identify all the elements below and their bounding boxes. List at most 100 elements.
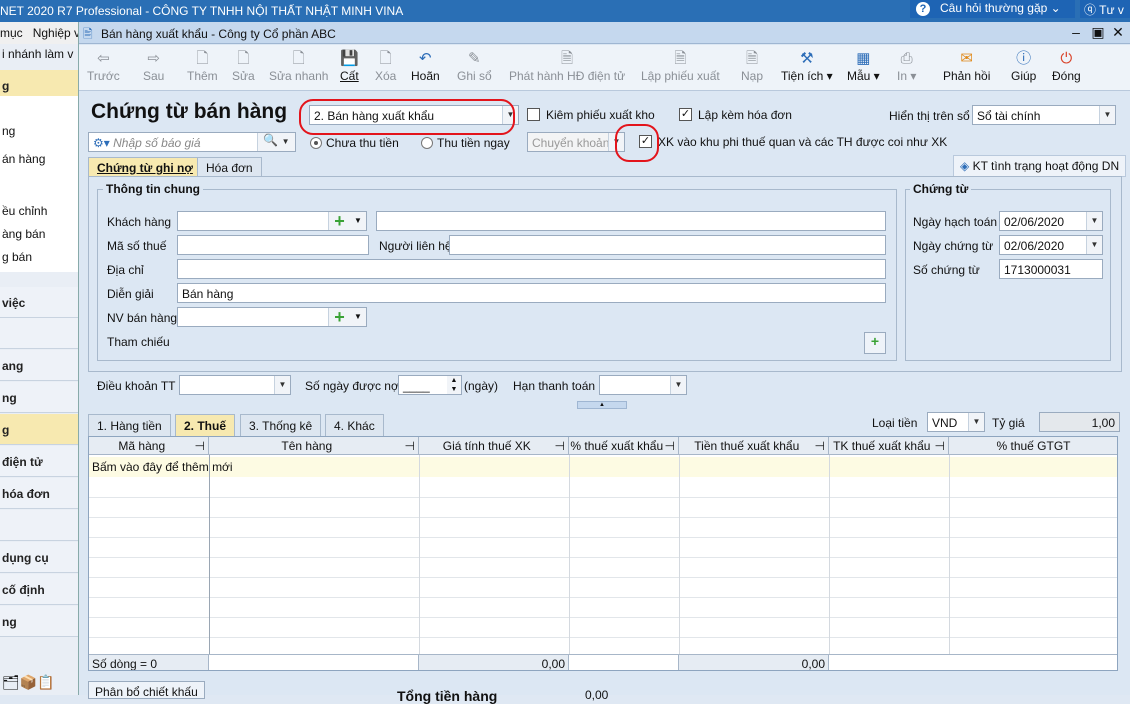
- pin-icon[interactable]: ⊣: [665, 439, 678, 453]
- paid-now-radio[interactable]: [421, 137, 433, 149]
- sidebar-item[interactable]: ng: [0, 124, 78, 138]
- sidebar-item[interactable]: án hàng: [0, 152, 78, 166]
- kiem-phieu-xuat-kho-checkbox[interactable]: [527, 108, 540, 121]
- sidebar-item[interactable]: việc: [0, 287, 78, 318]
- issue-slip-button[interactable]: 🗎 Lập phiếu xuất: [641, 49, 720, 83]
- pin-icon[interactable]: ⊣: [195, 439, 208, 453]
- customer-name-input[interactable]: [376, 211, 886, 231]
- kt-status-button[interactable]: ◈ KT tình trạng hoạt động DN: [953, 155, 1127, 177]
- contact-input[interactable]: [449, 235, 886, 255]
- column-header[interactable]: Giá tính thuế XK ⊣: [419, 437, 569, 455]
- sidebar-item[interactable]: g bán: [0, 250, 78, 264]
- sidebar-item[interactable]: ều chỉnh: [0, 204, 78, 218]
- tab-khac[interactable]: 4. Khác: [325, 414, 384, 436]
- sidebar-tool-icons[interactable]: 🗂📦📋: [0, 674, 78, 691]
- menu-item-muc[interactable]: mục: [0, 26, 23, 40]
- column-header[interactable]: % thuế GTGT: [949, 437, 1117, 455]
- payment-terms-select[interactable]: ▼: [179, 375, 291, 395]
- voucher-number-input[interactable]: 1713000031: [999, 259, 1103, 279]
- tab-hang-tien[interactable]: 1. Hàng tiền: [88, 414, 171, 436]
- sidebar-item[interactable]: điện tử: [0, 446, 78, 477]
- column-header[interactable]: Mã hàng ⊣: [89, 437, 209, 455]
- pin-icon[interactable]: ⊣: [815, 439, 828, 453]
- tax-code-input[interactable]: [177, 235, 369, 255]
- sidebar-item[interactable]: ng: [0, 382, 78, 413]
- sidebar-item[interactable]: cố định: [0, 574, 78, 605]
- edit-button[interactable]: 🗋 Sửa: [232, 49, 255, 83]
- collapse-icon[interactable]: ▲: [577, 401, 627, 409]
- column-header[interactable]: % thuế xuất khẩu ⊣: [569, 437, 679, 455]
- sidebar-item[interactable]: dụng cụ: [0, 542, 78, 573]
- discount-allocation-button[interactable]: Phân bổ chiết khấu: [88, 681, 205, 699]
- sidebar-item[interactable]: i nhánh làm v: [0, 47, 78, 61]
- pin-icon[interactable]: ⊣: [555, 439, 568, 453]
- salesperson-input[interactable]: + ▼: [177, 307, 367, 327]
- sidebar-item[interactable]: àng bán: [0, 227, 78, 241]
- posting-date-input[interactable]: 02/06/2020 ▼: [999, 211, 1103, 231]
- total-export-tax: 0,00: [679, 654, 829, 670]
- tab-thue[interactable]: 2. Thuế: [175, 414, 236, 436]
- delete-button[interactable]: 🗋 Xóa: [375, 49, 396, 83]
- add-customer-icon[interactable]: +: [328, 212, 350, 230]
- tab-chung-tu-ghi-no[interactable]: Chứng từ ghi nợ: [88, 157, 202, 177]
- faq-button[interactable]: ? Câu hỏi thường gặp ⌄: [910, 0, 1075, 18]
- sidebar-item[interactable]: ng: [0, 606, 78, 637]
- pin-icon[interactable]: ⊣: [405, 439, 418, 453]
- currency-select[interactable]: VND ▼: [927, 412, 985, 432]
- description-input[interactable]: Bán hàng: [177, 283, 886, 303]
- exchange-rate-input[interactable]: 1,00: [1039, 412, 1120, 432]
- add-salesperson-icon[interactable]: +: [328, 308, 350, 326]
- next-button[interactable]: ⇨ Sau: [143, 49, 164, 83]
- prev-button[interactable]: ⇦ Trước: [87, 49, 120, 83]
- quote-search-input[interactable]: ⚙▾ Nhập số báo giá 🔍 ▼: [88, 132, 296, 152]
- feedback-button[interactable]: ✉ Phản hồi: [943, 49, 990, 83]
- column-divider: [679, 455, 680, 655]
- sidebar-item[interactable]: hóa đơn: [0, 478, 78, 509]
- spinner-icon[interactable]: ▲ ▼: [447, 376, 461, 394]
- payment-method-select[interactable]: Chuyển khoản ▼: [527, 132, 625, 152]
- sidebar-item[interactable]: ang: [0, 350, 78, 381]
- add-new-row[interactable]: Bấm vào đây để thêm mới: [89, 457, 1117, 477]
- pin-icon[interactable]: ⊣: [935, 439, 948, 453]
- close-button[interactable]: ⏻ Đóng: [1052, 49, 1081, 83]
- row-divider: [89, 577, 1117, 578]
- voucher-date-input[interactable]: 02/06/2020 ▼: [999, 235, 1103, 255]
- save-button[interactable]: 💾 Cất: [340, 49, 359, 83]
- tab-thong-ke[interactable]: 3. Thống kê: [240, 414, 322, 436]
- unpaid-label: Chưa thu tiền: [326, 136, 399, 150]
- print-button[interactable]: ⎙ In ▾: [897, 49, 916, 83]
- close-icon[interactable]: ✕: [1109, 24, 1127, 40]
- quick-edit-button[interactable]: 🗋 Sửa nhanh: [269, 49, 328, 83]
- sidebar-item[interactable]: [0, 318, 78, 349]
- template-button[interactable]: ▦ Mẫu ▾: [847, 49, 880, 83]
- chevron-down-icon[interactable]: ▼: [350, 212, 366, 230]
- utilities-button[interactable]: ⚒ Tiện ích ▾: [781, 49, 833, 83]
- maximize-icon[interactable]: ▣: [1089, 24, 1107, 40]
- sidebar-item[interactable]: [0, 510, 78, 541]
- lap-kem-hoa-don-checkbox[interactable]: ✓: [679, 108, 692, 121]
- search-icon[interactable]: 🔍 ▼: [257, 133, 295, 151]
- undo-button[interactable]: ↶ Hoãn: [411, 49, 440, 83]
- tab-hoa-don[interactable]: Hóa đơn: [197, 157, 262, 177]
- minimize-icon[interactable]: –: [1067, 24, 1085, 40]
- add-button[interactable]: 🗋 Thêm: [187, 49, 218, 83]
- row-divider: [89, 537, 1117, 538]
- help-consult-button[interactable]: ⓠ Tư v: [1080, 0, 1130, 18]
- ledger-select[interactable]: Sổ tài chính ▼: [972, 105, 1116, 125]
- post-button[interactable]: ✎ Ghi sổ: [457, 49, 492, 83]
- column-header[interactable]: TK thuế xuất khẩu ⊣: [829, 437, 949, 455]
- column-header[interactable]: Tiền thuế xuất khẩu ⊣: [679, 437, 829, 455]
- column-header[interactable]: Tên hàng ⊣: [209, 437, 419, 455]
- address-input[interactable]: [177, 259, 886, 279]
- help-button[interactable]: ⓘ Giúp: [1011, 49, 1036, 83]
- credit-days-input[interactable]: ____ ▲ ▼: [398, 375, 462, 395]
- issue-einvoice-button[interactable]: 🗎 Phát hành HĐ điện tử: [509, 49, 625, 83]
- customer-code-input[interactable]: + ▼: [177, 211, 367, 231]
- chevron-down-icon[interactable]: ▼: [350, 308, 366, 326]
- due-date-input[interactable]: ▼: [599, 375, 687, 395]
- unpaid-radio[interactable]: [310, 137, 322, 149]
- menu-item-nghiep-vu[interactable]: Nghiệp v: [33, 26, 80, 40]
- add-reference-icon[interactable]: +: [864, 332, 886, 354]
- sidebar-item[interactable]: g: [0, 414, 78, 445]
- load-button[interactable]: 🗎 Nạp: [741, 49, 763, 83]
